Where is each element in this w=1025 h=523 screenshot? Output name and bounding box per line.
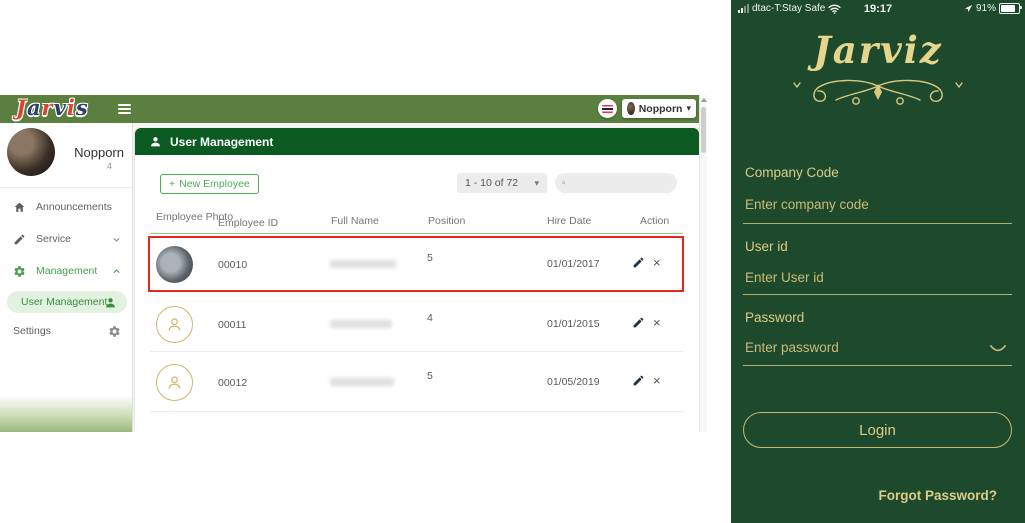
sidebar-item-service[interactable]: Service	[0, 227, 133, 251]
column-header: Position	[428, 215, 465, 227]
plus-icon: +	[169, 178, 175, 190]
gear-icon	[108, 325, 121, 338]
sidebar-item-management[interactable]: Management	[0, 259, 133, 283]
position-cell: 5	[427, 370, 433, 382]
screenshot-stage: Jarvis Nopporn ▾ Nopporn 4 Announcements	[0, 0, 1025, 523]
home-icon	[13, 201, 26, 214]
location-arrow-icon	[964, 4, 973, 13]
forgot-password-link[interactable]: Forgot Password?	[878, 488, 997, 503]
delete-x-icon[interactable]: ×	[653, 374, 661, 387]
header-underline	[150, 233, 683, 234]
jarvis-logo: Jarvis	[16, 95, 89, 120]
divider	[0, 187, 132, 188]
admin-navbar: Jarvis Nopporn ▾	[0, 95, 707, 123]
hamburger-menu-icon[interactable]	[118, 104, 131, 114]
language-button[interactable]	[598, 99, 617, 118]
flourish-leaf	[874, 84, 882, 100]
edit-pencil-icon[interactable]	[632, 316, 645, 329]
column-header: Employee ID	[218, 217, 278, 229]
placeholder-person-avatar	[156, 306, 193, 343]
flourish-ornament-icon	[788, 74, 968, 112]
scroll-up-arrow-icon[interactable]	[701, 98, 707, 102]
search-input[interactable]	[571, 176, 670, 190]
admin-web-app: Jarvis Nopporn ▾ Nopporn 4 Announcements	[0, 95, 707, 432]
login-button[interactable]: Login	[743, 412, 1012, 448]
scrollbar-thumb[interactable]	[701, 107, 706, 153]
search-icon	[562, 178, 566, 188]
column-header: Action	[640, 215, 669, 227]
sidebar-item-announcements[interactable]: Announcements	[0, 195, 133, 219]
status-bar: dtac-T:Stay Safe 19:17 91%	[731, 2, 1025, 18]
page-title-bar: User Management	[135, 128, 699, 155]
person-icon	[165, 373, 184, 392]
field-underline	[743, 294, 1012, 295]
column-header: Hire Date	[547, 215, 591, 227]
highlight-annotation-rectangle	[148, 236, 684, 292]
sidebar-item-settings[interactable]: Settings	[0, 319, 133, 343]
placeholder-person-avatar	[156, 364, 193, 401]
company-code-label: Company Code	[745, 165, 839, 180]
row-divider	[150, 351, 683, 352]
full-name-blurred	[330, 378, 394, 386]
hire-date-cell: 01/01/2015	[547, 318, 600, 330]
user-table-card: + New Employee 1 - 10 of 72 ▾ Employee P…	[135, 155, 699, 432]
employee-id-cell: 00012	[218, 377, 247, 389]
user-menu-button[interactable]: Nopporn ▾	[622, 99, 696, 118]
row-divider	[150, 411, 683, 412]
person-icon	[149, 135, 162, 148]
field-underline	[743, 223, 1012, 224]
language-flag-icon	[602, 105, 613, 113]
sidebar-bottom-gradient	[0, 395, 132, 432]
field-underline	[743, 365, 1012, 366]
profile-photo-avatar[interactable]	[7, 128, 55, 176]
profile-count: 4	[62, 161, 112, 171]
vertical-scrollbar[interactable]	[699, 95, 707, 432]
new-employee-button[interactable]: + New Employee	[160, 174, 259, 194]
gear-icon	[13, 265, 26, 278]
show-password-eye-icon[interactable]	[989, 345, 1007, 354]
battery-percent: 91%	[976, 3, 996, 14]
jarviz-logo: Jarviz	[731, 28, 1025, 72]
position-cell: 4	[427, 312, 433, 324]
user-id-label: User id	[745, 239, 788, 254]
sidebar: Nopporn 4 Announcements Service Manageme…	[0, 123, 133, 432]
password-label: Password	[745, 310, 804, 325]
company-code-input[interactable]	[745, 197, 995, 212]
user-id-input[interactable]	[745, 270, 995, 285]
password-input[interactable]	[745, 340, 983, 355]
chevron-down-icon	[112, 235, 121, 244]
chevron-up-icon	[112, 267, 121, 276]
sidebar-item-user-management-active[interactable]: User Management	[7, 291, 127, 313]
profile-name: Nopporn	[62, 145, 124, 160]
edit-pencil-icon[interactable]	[632, 374, 645, 387]
employee-id-cell: 00011	[218, 319, 246, 331]
chevron-down-icon: ▾	[686, 104, 691, 113]
hire-date-cell: 01/05/2019	[547, 376, 600, 388]
pagination-select[interactable]: 1 - 10 of 72 ▾	[457, 173, 547, 193]
person-icon	[104, 296, 117, 309]
pencil-icon	[13, 233, 26, 246]
person-icon	[165, 315, 184, 334]
search-box[interactable]	[555, 173, 677, 193]
chevron-down-icon: ▾	[534, 179, 539, 188]
column-header: Full Name	[331, 215, 379, 227]
delete-x-icon[interactable]: ×	[653, 316, 661, 329]
user-avatar	[627, 102, 635, 115]
page-title: User Management	[170, 135, 273, 149]
battery-icon	[999, 3, 1020, 14]
full-name-blurred	[330, 320, 392, 328]
mobile-login-app: dtac-T:Stay Safe 19:17 91% Jarviz	[731, 0, 1025, 523]
user-menu-name: Nopporn	[639, 103, 683, 115]
